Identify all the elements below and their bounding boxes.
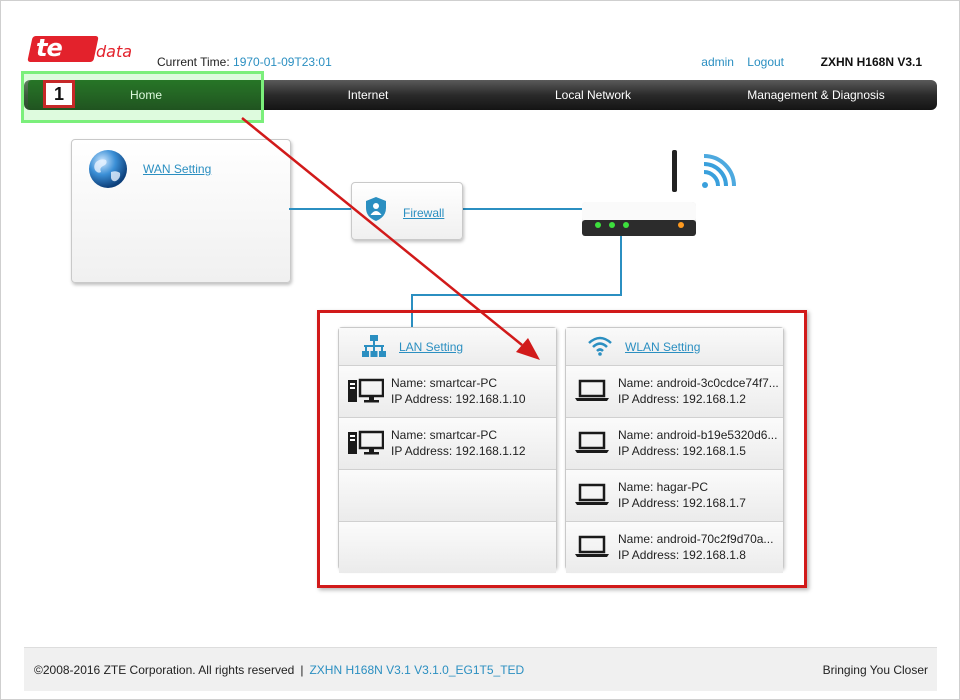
footer-separator: | — [300, 663, 304, 677]
footer: ©2008-2016 ZTE Corporation. All rights r… — [24, 647, 937, 691]
firmware-version: ZXHN H168N V3.1 V3.1.0_EG1T5_TED — [309, 663, 525, 677]
copyright-text: ©2008-2016 ZTE Corporation. All rights r… — [34, 663, 295, 677]
annotation-arrow — [241, 117, 540, 360]
footer-copyright-line: ©2008-2016 ZTE Corporation. All rights r… — [34, 663, 524, 677]
footer-slogan: Bringing You Closer — [822, 663, 928, 677]
